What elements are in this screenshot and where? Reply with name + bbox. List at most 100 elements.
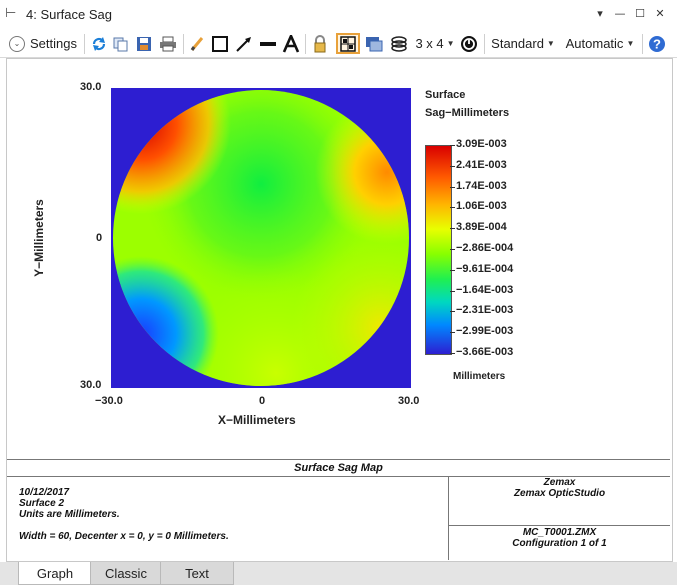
colorbar-tick-label: −1.64E-003	[456, 283, 514, 296]
layers-icon	[391, 35, 407, 52]
automatic-label: Automatic	[565, 36, 624, 51]
info-units: Units are Millimeters.	[19, 509, 120, 520]
y-tick-top: 30.0	[80, 81, 102, 93]
svg-text:?: ?	[653, 36, 661, 51]
tab-classic[interactable]: Classic	[90, 562, 162, 585]
y-tick-bottom: 30.0	[80, 379, 102, 391]
colorbar-tick	[450, 228, 455, 230]
colorbar-tick	[450, 207, 455, 209]
title-bar: ⊢ 4: Surface Sag ▾ — ☐ ✕	[0, 0, 677, 30]
standard-label: Standard	[491, 36, 544, 51]
colorbar-tick-label: −9.61E-004	[456, 262, 514, 275]
window-title: 4: Surface Sag	[26, 7, 112, 22]
minimize-button[interactable]: —	[612, 6, 628, 22]
colorbar-tick-label: −2.31E-003	[456, 304, 514, 317]
restore-button[interactable]: ☐	[632, 6, 648, 22]
colorbar-tick-label: −2.86E-004	[456, 242, 514, 254]
colorbar-tick-label: 2.41E-003	[456, 158, 507, 171]
print-icon	[160, 36, 176, 51]
draw-rectangle-button[interactable]	[209, 33, 231, 54]
lock-icon	[314, 34, 326, 52]
chevron-down-icon: ▼	[446, 39, 455, 48]
graph-panel: 30.0 0 30.0 −30.0 0 30.0 X−Millimeters Y…	[6, 58, 673, 562]
layout-grid-button[interactable]	[336, 33, 360, 54]
help-icon: ?	[649, 35, 665, 52]
save-icon	[137, 36, 151, 51]
window-pin-icon[interactable]: ⊢	[5, 6, 21, 22]
print-button[interactable]	[157, 33, 179, 54]
draw-pencil-button[interactable]	[187, 33, 207, 54]
window-button[interactable]	[363, 33, 385, 54]
colorbar-tick-label: 1.06E-003	[456, 200, 507, 213]
copy-icon	[113, 37, 128, 51]
toolbar: ⌄ Settings 3 x 4 ▼ Standard ▼ Automatic …	[0, 30, 677, 58]
draw-arrow-button[interactable]	[233, 33, 255, 54]
save-button[interactable]	[134, 33, 154, 54]
text-icon	[282, 34, 300, 53]
info-surface: Surface 2	[19, 498, 65, 509]
x-tick-mid: 0	[259, 395, 266, 407]
chevron-down-icon: ▼	[546, 39, 555, 48]
info-title: Surface Sag Map	[294, 462, 383, 474]
colorbar-tick	[450, 145, 455, 146]
legend-title-line1: Surface	[425, 89, 466, 101]
timer-button[interactable]	[458, 33, 480, 54]
automatic-dropdown[interactable]: Automatic ▼	[561, 33, 639, 54]
y-tick-mid: 0	[96, 232, 103, 244]
window-icon	[366, 36, 383, 51]
info-date: 10/12/2017	[19, 487, 70, 498]
toolbar-separator	[84, 34, 85, 54]
colorbar-tick	[450, 165, 455, 167]
chevron-down-icon: ▼	[626, 39, 635, 48]
info-file: MC_T0001.ZMX	[522, 527, 597, 538]
window-menu-button[interactable]: ▾	[592, 6, 608, 22]
toolbar-separator	[183, 34, 184, 54]
draw-text-button[interactable]	[280, 33, 302, 54]
x-tick-left: −30.0	[95, 395, 123, 407]
sag-map-surface	[113, 90, 409, 386]
colorbar-tick	[450, 353, 455, 354]
rectangle-icon	[212, 35, 228, 52]
sag-map-plot	[111, 88, 411, 388]
colorbar-tick-label: −3.66E-003	[456, 346, 514, 358]
colorbar-tick	[450, 290, 455, 292]
info-company: Zemax	[543, 477, 576, 488]
line-icon	[260, 41, 276, 46]
refresh-icon	[92, 36, 106, 51]
settings-button[interactable]: ⌄ Settings	[6, 33, 80, 54]
colorbar-tick-label: 3.09E-003	[456, 138, 507, 150]
colorbar	[425, 145, 452, 355]
draw-line-button[interactable]	[257, 33, 279, 54]
close-button[interactable]: ✕	[652, 6, 668, 22]
tab-graph[interactable]: Graph	[18, 562, 92, 585]
help-button[interactable]: ?	[646, 33, 668, 54]
colorbar-tick	[450, 249, 455, 250]
chevron-down-icon: ⌄	[9, 35, 25, 52]
y-axis-label: Y−Millimeters	[32, 199, 46, 277]
settings-label: Settings	[30, 36, 77, 51]
toolbar-separator	[484, 34, 485, 54]
refresh-button[interactable]	[89, 33, 109, 54]
standard-dropdown[interactable]: Standard ▼	[489, 33, 557, 54]
info-divider	[448, 525, 670, 526]
layout-dropdown[interactable]: 3 x 4 ▼	[414, 33, 456, 54]
colorbar-tick	[450, 186, 455, 188]
layout-label: 3 x 4	[415, 36, 444, 51]
info-width: Width = 60, Decenter x = 0, y = 0 Millim…	[19, 531, 229, 542]
copy-button[interactable]	[111, 33, 131, 54]
info-box: Surface Sag Map 10/12/2017 Surface 2 Uni…	[7, 459, 670, 560]
layout-grid-icon	[340, 35, 356, 52]
colorbar-tick-label: −2.99E-003	[456, 325, 514, 338]
tab-text[interactable]: Text	[160, 562, 234, 585]
info-config: Configuration 1 of 1	[512, 538, 607, 549]
toolbar-separator	[305, 34, 306, 54]
colorbar-tick-label: 1.74E-003	[456, 179, 507, 192]
view-tabs: Graph Classic Text	[0, 562, 677, 585]
colorbar-tick	[450, 311, 455, 313]
x-axis-label: X−Millimeters	[218, 413, 296, 427]
info-product: Zemax OpticStudio	[513, 488, 606, 499]
arrow-icon	[236, 36, 251, 52]
toolbar-separator	[642, 34, 643, 54]
layers-button[interactable]	[388, 33, 410, 54]
lock-button[interactable]	[310, 33, 330, 54]
